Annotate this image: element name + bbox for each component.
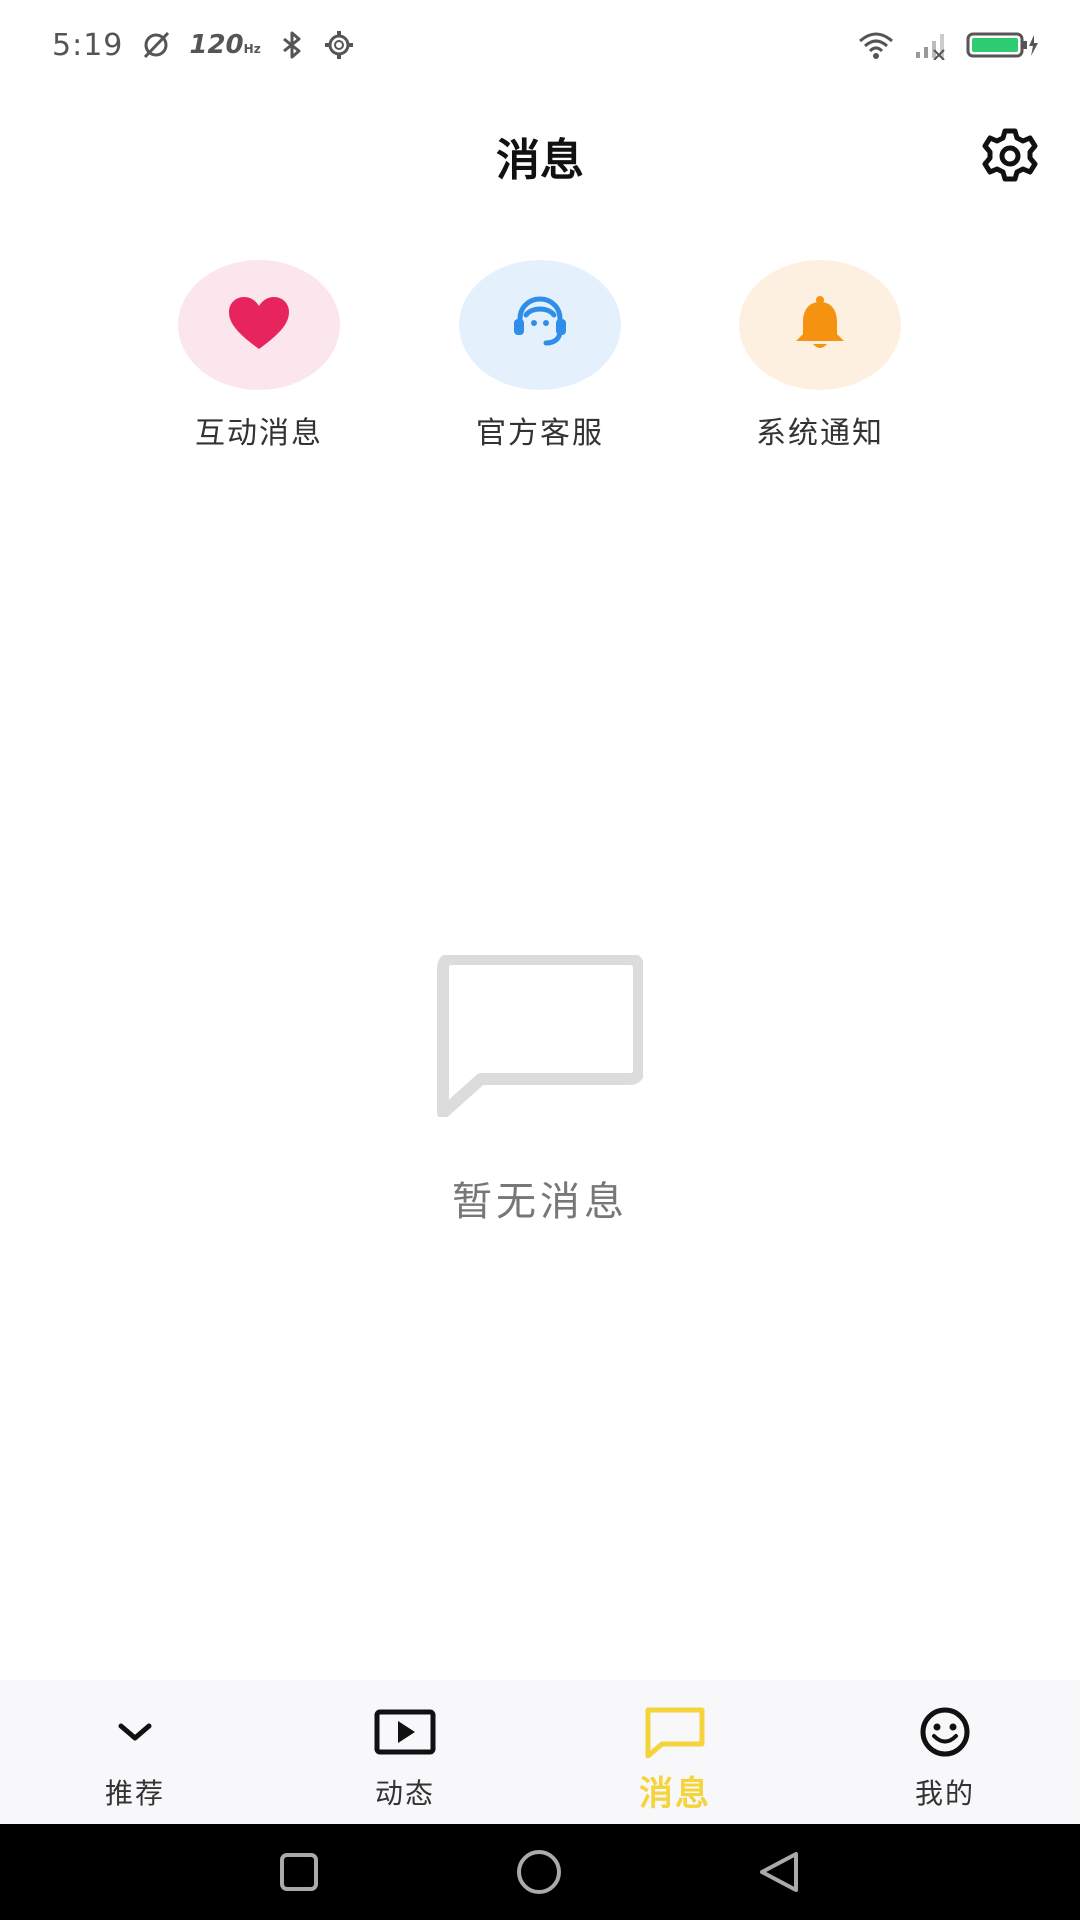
page-title: 消息 — [496, 135, 584, 186]
status-bar-left: 5:19 120Hz — [52, 28, 355, 63]
tab-recommend-label: 推荐 — [104, 1777, 165, 1810]
status-time: 5:19 — [52, 27, 124, 63]
empty-state-text: 暂无消息 — [452, 1179, 628, 1225]
settings-gear-icon — [323, 29, 355, 61]
recent-apps-icon[interactable] — [274, 1847, 324, 1897]
official-support-circle — [459, 260, 621, 390]
home-icon[interactable] — [513, 1846, 565, 1898]
play-video-icon — [373, 1706, 437, 1762]
interaction-messages-label: 互动消息 — [195, 416, 323, 451]
bell-icon — [792, 294, 848, 356]
tab-profile-label: 我的 — [914, 1777, 975, 1810]
back-icon[interactable] — [754, 1846, 806, 1898]
gear-icon — [981, 127, 1039, 189]
system-notifications-circle — [739, 260, 901, 390]
tab-messages-label: 消息 — [639, 1774, 711, 1814]
wifi-icon — [856, 30, 896, 60]
settings-button[interactable] — [978, 126, 1042, 190]
header: 消息 — [0, 100, 1080, 210]
chat-bubble-icon — [437, 953, 645, 1121]
interaction-messages-circle — [178, 260, 340, 390]
chevron-down-icon — [107, 1706, 163, 1762]
signal-icon — [914, 30, 948, 60]
mute-icon — [141, 30, 171, 60]
empty-state: 暂无消息 — [0, 953, 1080, 1227]
status-bar: 5:19 120Hz — [0, 0, 1080, 90]
headset-icon — [508, 295, 572, 355]
official-support-label: 官方客服 — [476, 416, 604, 451]
tab-profile[interactable]: 我的 — [810, 1680, 1080, 1824]
system-notifications-label: 系统通知 — [756, 416, 884, 451]
bluetooth-icon — [279, 30, 305, 60]
official-support-shortcut[interactable]: 官方客服 — [440, 260, 640, 452]
tab-messages[interactable]: 消息 — [540, 1680, 810, 1824]
system-nav-bar — [0, 1824, 1080, 1920]
refresh-rate: 120Hz — [189, 30, 260, 60]
status-bar-right — [856, 30, 1040, 60]
bottom-tab-bar: 推荐 动态 消息 我的 — [0, 1680, 1080, 1824]
tab-feed-label: 动态 — [374, 1777, 435, 1810]
refresh-rate-unit: Hz — [243, 42, 261, 56]
heart-icon — [227, 295, 291, 355]
system-notifications-shortcut[interactable]: 系统通知 — [720, 260, 920, 452]
interaction-messages-shortcut[interactable]: 互动消息 — [159, 260, 359, 452]
message-icon — [642, 1706, 708, 1762]
tab-feed[interactable]: 动态 — [270, 1680, 540, 1824]
battery-icon — [966, 30, 1040, 60]
tab-recommend[interactable]: 推荐 — [0, 1680, 270, 1824]
message-categories: 互动消息 官方客服 系统通知 — [0, 260, 1080, 460]
smiley-icon — [915, 1706, 975, 1762]
refresh-rate-value: 120 — [189, 30, 244, 60]
